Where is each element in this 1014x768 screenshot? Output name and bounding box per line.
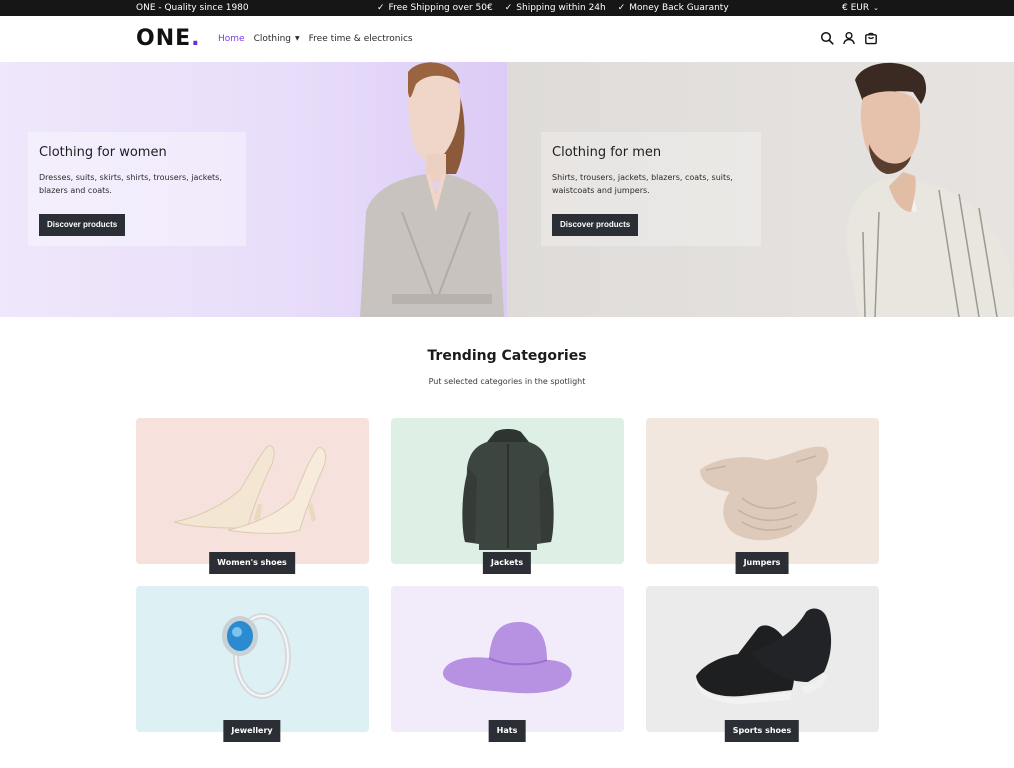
- logo-dot: .: [191, 26, 201, 51]
- hero-women-card: Clothing for women Dresses, suits, skirt…: [28, 132, 246, 246]
- usp-item: ✓ Shipping within 24h: [504, 3, 606, 13]
- hero-men-card: Clothing for men Shirts, trousers, jacke…: [541, 132, 761, 246]
- check-icon: ✓: [617, 3, 626, 13]
- check-icon: ✓: [504, 3, 513, 13]
- section-title: Trending Categories: [427, 348, 587, 364]
- usp-item: ✓ Free Shipping over 50€: [377, 3, 493, 13]
- discover-men-button[interactable]: Discover products: [552, 214, 639, 236]
- main-nav: Home Clothing ▼ Free time & electronics: [218, 33, 413, 45]
- nav-clothing[interactable]: Clothing ▼: [254, 33, 300, 45]
- category-label[interactable]: Jackets: [482, 552, 532, 574]
- brand-tagline: ONE - Quality since 1980: [136, 3, 249, 13]
- category-tile-sports-shoes[interactable]: Sports shoes: [646, 586, 879, 742]
- section-subtitle: Put selected categories in the spotlight: [428, 377, 586, 386]
- sneakers-image: [695, 608, 832, 704]
- cart-icon[interactable]: [864, 31, 878, 45]
- hero-women-title: Clothing for women: [39, 145, 167, 160]
- hero-women-text: Dresses, suits, skirts, shirts, trousers…: [39, 173, 222, 195]
- nav-free-time-electronics[interactable]: Free time & electronics: [309, 33, 413, 45]
- hero-men-panel[interactable]: Clothing for men Shirts, trousers, jacke…: [507, 62, 1014, 317]
- ring-image: [222, 613, 291, 699]
- category-tile-jewellery[interactable]: Jewellery: [136, 586, 369, 742]
- model-woman-image: [360, 62, 504, 317]
- category-tile-jackets[interactable]: Jackets: [391, 418, 624, 574]
- jumper-image: [700, 446, 829, 541]
- chevron-down-icon: ⌄: [873, 4, 879, 12]
- category-label[interactable]: Sports shoes: [724, 720, 800, 742]
- category-tile-jumpers[interactable]: Jumpers: [646, 418, 879, 574]
- category-label[interactable]: Hats: [488, 720, 526, 742]
- pumps-image: [173, 445, 327, 534]
- hero-men-title: Clothing for men: [552, 145, 662, 160]
- category-label[interactable]: Jumpers: [735, 552, 789, 574]
- usp-item: ✓ Money Back Guaranty: [617, 3, 729, 13]
- top-info-bar: ONE - Quality since 1980 ✓ Free Shipping …: [0, 0, 1014, 16]
- hero-banner: Clothing for women Dresses, suits, skirt…: [0, 62, 1014, 317]
- caret-down-icon: ▼: [295, 35, 300, 42]
- category-tile-hats[interactable]: Hats: [391, 586, 624, 742]
- jacket-image: [462, 429, 554, 550]
- hat-image: [442, 622, 572, 694]
- site-logo[interactable]: ONE.: [136, 25, 201, 53]
- currency-selector[interactable]: € EUR ⌄: [842, 2, 879, 14]
- hero-women-panel[interactable]: Clothing for women Dresses, suits, skirt…: [0, 62, 507, 317]
- check-icon: ✓: [377, 3, 385, 13]
- nav-home[interactable]: Home: [218, 33, 245, 45]
- category-label[interactable]: Women's shoes: [209, 552, 295, 574]
- category-label[interactable]: Jewellery: [223, 720, 281, 742]
- header-actions: [820, 31, 878, 45]
- account-icon[interactable]: [842, 31, 856, 45]
- usp-list: ✓ Free Shipping over 50€ ✓ Shipping within…: [377, 2, 729, 14]
- discover-women-button[interactable]: Discover products: [39, 214, 126, 236]
- hero-men-text: Shirts, trousers, jackets, blazers, coat…: [552, 173, 733, 195]
- search-icon[interactable]: [820, 31, 834, 45]
- site-header: ONE. Home Clothing ▼ Free time & electron…: [0, 16, 1014, 62]
- model-man-image: [846, 62, 1014, 317]
- category-tile-womens-shoes[interactable]: Women's shoes: [136, 418, 369, 574]
